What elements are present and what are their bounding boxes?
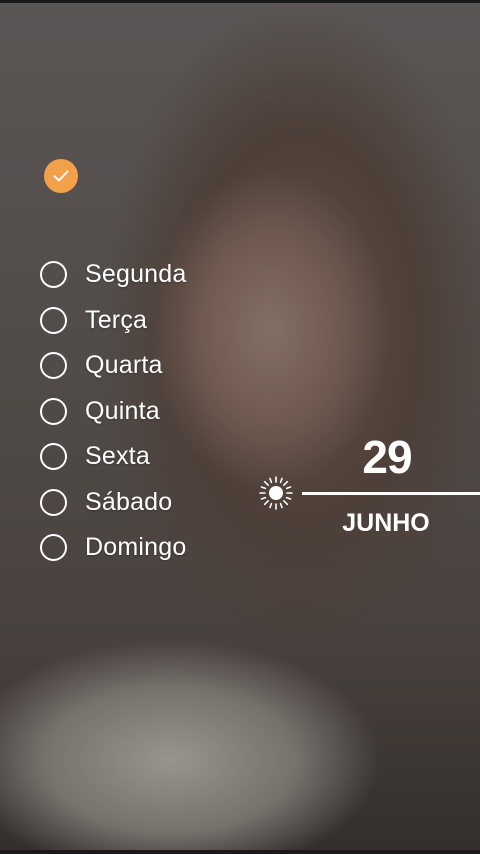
date-divider-line [302, 492, 480, 495]
weekday-label: Quarta [85, 351, 163, 380]
date-day-number: 29 [362, 431, 412, 483]
weekday-label: Sexta [85, 442, 150, 471]
weekday-label: Sábado [85, 487, 173, 516]
weekday-option-sexta[interactable]: Sexta [40, 434, 187, 480]
weekday-label: Terça [85, 305, 148, 334]
weekday-label: Domingo [85, 533, 187, 562]
check-icon [53, 170, 69, 182]
radio-circle[interactable] [40, 488, 67, 516]
radio-circle[interactable] [40, 534, 67, 562]
weekday-option-terca[interactable]: Terça [40, 298, 187, 344]
weekday-label: Quinta [85, 396, 160, 425]
radio-circle[interactable] [40, 443, 67, 471]
sun-icon [259, 476, 293, 510]
weekday-label: Segunda [85, 260, 187, 289]
radio-circle[interactable] [40, 261, 67, 289]
weekday-option-segunda[interactable]: Segunda [40, 252, 187, 298]
top-edge [0, 0, 480, 3]
radio-circle[interactable] [40, 397, 67, 425]
bottom-edge [0, 850, 480, 854]
radio-circle[interactable] [40, 306, 67, 334]
weekday-option-domingo[interactable]: Domingo [40, 525, 187, 571]
radio-circle[interactable] [40, 352, 67, 380]
weekday-option-sabado[interactable]: Sábado [40, 480, 187, 526]
weekday-option-quarta[interactable]: Quarta [40, 343, 187, 389]
check-badge-button[interactable] [44, 159, 78, 193]
weekday-checklist: Segunda Terça Quarta Quinta Sexta Sábado… [40, 252, 187, 571]
weekday-option-quinta[interactable]: Quinta [40, 389, 187, 435]
date-month-label: JUNHO [342, 509, 430, 537]
